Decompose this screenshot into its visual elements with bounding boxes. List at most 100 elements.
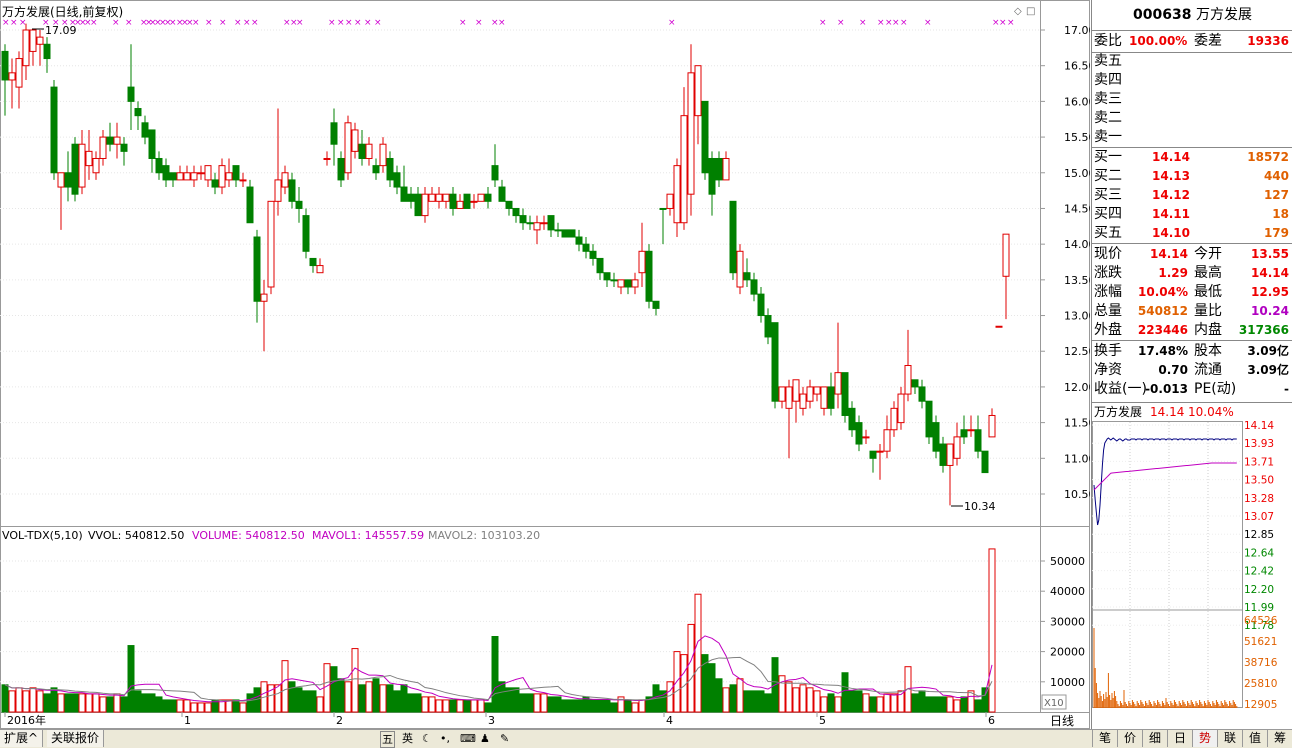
square-icon[interactable]: □ bbox=[1026, 6, 1035, 17]
candle-body[interactable] bbox=[743, 272, 751, 281]
candle-body[interactable] bbox=[414, 193, 422, 217]
volume-bar[interactable] bbox=[36, 690, 44, 713]
volume-bar[interactable] bbox=[15, 687, 23, 713]
candle-body[interactable] bbox=[981, 450, 989, 474]
volume-bar[interactable] bbox=[8, 690, 16, 713]
volume-bar[interactable] bbox=[974, 699, 982, 713]
volume-bar[interactable] bbox=[862, 693, 870, 713]
candle-body[interactable] bbox=[827, 386, 835, 409]
candle-body[interactable] bbox=[323, 157, 331, 160]
volume-bar[interactable] bbox=[120, 696, 128, 713]
candle-body[interactable] bbox=[71, 143, 79, 195]
candle-body[interactable] bbox=[582, 243, 590, 252]
candle-body[interactable] bbox=[463, 193, 471, 209]
volume-bar[interactable] bbox=[512, 687, 520, 713]
candle-body[interactable] bbox=[834, 372, 842, 395]
candle-body[interactable] bbox=[694, 65, 702, 117]
candle-body[interactable] bbox=[281, 172, 289, 188]
candle-body[interactable] bbox=[897, 393, 905, 424]
candle-body[interactable] bbox=[799, 393, 807, 409]
candle-body[interactable] bbox=[260, 293, 268, 302]
candle-body[interactable] bbox=[400, 186, 408, 202]
candle-body[interactable] bbox=[953, 436, 961, 459]
volume-bar[interactable] bbox=[43, 693, 51, 713]
volume-bar[interactable] bbox=[50, 687, 58, 713]
volume-bar[interactable] bbox=[554, 696, 562, 713]
candle-body[interactable] bbox=[22, 29, 30, 67]
volume-bar[interactable] bbox=[169, 699, 177, 713]
candle-body[interactable] bbox=[190, 172, 198, 181]
candle-body[interactable] bbox=[708, 157, 716, 195]
candle-body[interactable] bbox=[1, 50, 9, 81]
candle-body[interactable] bbox=[505, 200, 513, 209]
candle-body[interactable] bbox=[232, 165, 240, 181]
volume-bar[interactable] bbox=[351, 648, 359, 713]
volume-bar[interactable] bbox=[813, 690, 821, 713]
volume-bar[interactable] bbox=[134, 690, 142, 713]
volume-bar[interactable] bbox=[232, 699, 240, 713]
kline-svg[interactable]: 万方发展(日线,前复权) 17.0016.5016.0015.5015.0014… bbox=[0, 0, 1096, 729]
volume-bar[interactable] bbox=[743, 690, 751, 713]
candle-body[interactable] bbox=[211, 179, 219, 188]
candle-body[interactable] bbox=[8, 72, 16, 81]
volume-bar[interactable] bbox=[141, 693, 149, 713]
candle-body[interactable] bbox=[309, 257, 317, 267]
candle-body[interactable] bbox=[757, 293, 765, 317]
volume-bar[interactable] bbox=[92, 693, 100, 713]
candle-body[interactable] bbox=[715, 157, 723, 181]
candle-body[interactable] bbox=[666, 193, 674, 209]
tab-quote-view[interactable]: 联 bbox=[1217, 730, 1242, 747]
candle-body[interactable] bbox=[988, 414, 996, 438]
volume-bar[interactable] bbox=[988, 548, 996, 713]
candle-body[interactable] bbox=[155, 157, 163, 174]
candle-body[interactable] bbox=[568, 229, 576, 238]
candle-body[interactable] bbox=[722, 157, 730, 181]
volume-bar[interactable] bbox=[176, 699, 184, 713]
candle-body[interactable] bbox=[778, 386, 786, 402]
volume-bar[interactable] bbox=[841, 672, 849, 713]
candle-body[interactable] bbox=[967, 429, 975, 432]
volume-bar[interactable] bbox=[820, 696, 828, 713]
ime-english[interactable]: 英 bbox=[402, 731, 413, 746]
candle-body[interactable] bbox=[680, 115, 688, 224]
candle-body[interactable] bbox=[316, 265, 324, 274]
volume-bar[interactable] bbox=[463, 699, 471, 713]
candle-body[interactable] bbox=[736, 250, 744, 288]
volume-bar[interactable] bbox=[330, 666, 338, 713]
candle-body[interactable] bbox=[855, 422, 863, 445]
volume-bar[interactable] bbox=[918, 690, 926, 713]
candle-body[interactable] bbox=[645, 250, 653, 302]
candle-body[interactable] bbox=[330, 122, 338, 145]
candle-body[interactable] bbox=[925, 400, 933, 438]
candle-body[interactable] bbox=[15, 58, 23, 88]
candle-body[interactable] bbox=[127, 86, 135, 102]
volume-bar[interactable] bbox=[750, 690, 758, 713]
candle-body[interactable] bbox=[134, 108, 142, 117]
volume-bar[interactable] bbox=[428, 696, 436, 713]
volume-bar[interactable] bbox=[547, 696, 555, 713]
candle-body[interactable] bbox=[50, 86, 58, 174]
candle-body[interactable] bbox=[771, 322, 779, 402]
volume-bar[interactable] bbox=[22, 690, 30, 713]
volume-bar[interactable] bbox=[519, 693, 527, 713]
tab-quote-view[interactable]: 细 bbox=[1142, 730, 1167, 747]
candle-body[interactable] bbox=[946, 443, 954, 466]
candle-body[interactable] bbox=[442, 193, 450, 202]
candle-body[interactable] bbox=[533, 222, 541, 231]
candle-body[interactable] bbox=[918, 386, 926, 402]
user-icon[interactable]: ♟ bbox=[480, 731, 490, 746]
candle-body[interactable] bbox=[386, 157, 394, 181]
volume-bar[interactable] bbox=[708, 663, 716, 713]
candle-body[interactable] bbox=[456, 200, 464, 209]
volume-bar[interactable] bbox=[722, 687, 730, 713]
volume-bar[interactable] bbox=[610, 702, 618, 713]
candle-body[interactable] bbox=[407, 193, 415, 202]
volume-bar[interactable] bbox=[792, 687, 800, 713]
candle-body[interactable] bbox=[162, 165, 170, 181]
volume-bar[interactable] bbox=[624, 699, 632, 713]
volume-bar[interactable] bbox=[855, 690, 863, 713]
volume-bar[interactable] bbox=[953, 699, 961, 713]
candle-body[interactable] bbox=[176, 172, 184, 181]
volume-bar[interactable] bbox=[799, 684, 807, 713]
volume-bar[interactable] bbox=[99, 696, 107, 713]
